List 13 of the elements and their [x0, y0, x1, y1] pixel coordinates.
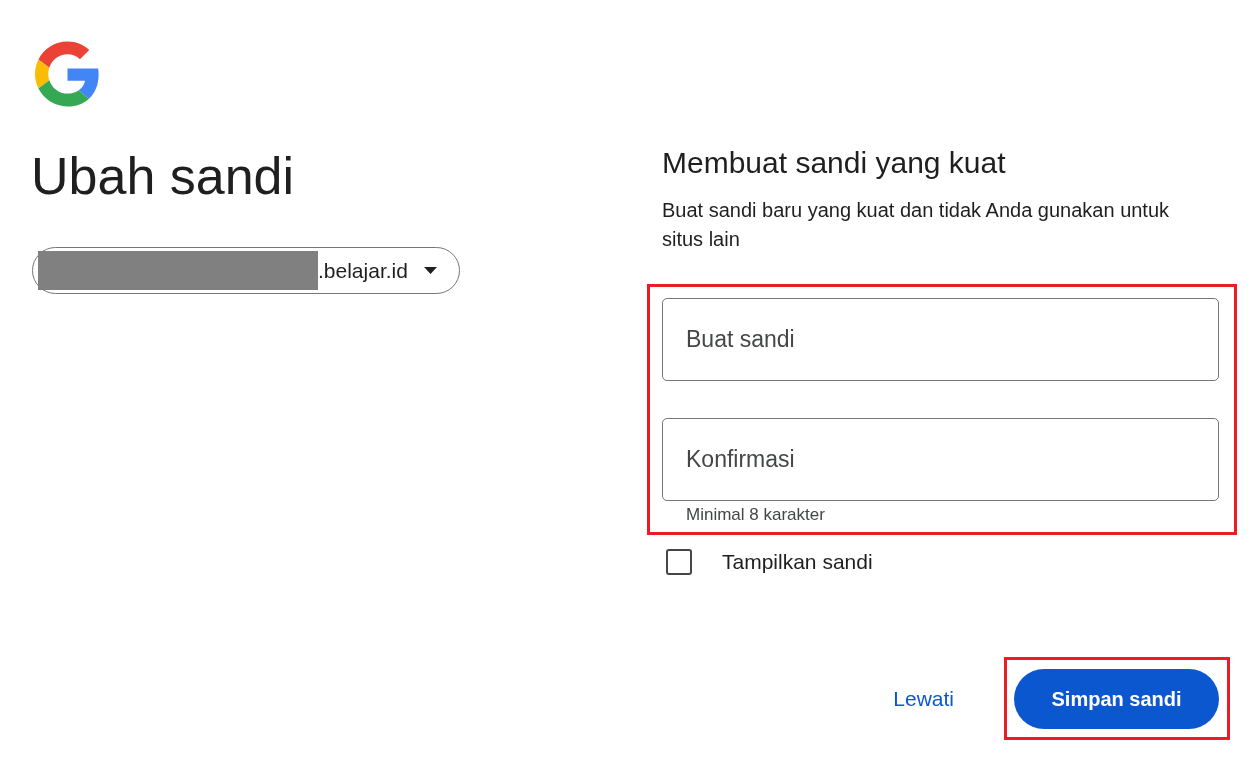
save-password-button[interactable]: Simpan sandi — [1014, 669, 1219, 729]
page-title: Ubah sandi — [31, 146, 295, 207]
password-field[interactable]: Konfirmasi — [662, 418, 1219, 501]
skip-link[interactable]: Lewati — [881, 676, 966, 721]
checkbox[interactable] — [666, 549, 692, 575]
caret-icon — [423, 267, 437, 274]
checkbox-label: Tampilkan sandi — [722, 549, 873, 575]
hint-text: Minimal 8 karakter — [686, 505, 826, 525]
password-field[interactable]: Buat sandi — [662, 298, 1219, 381]
description-text: Buat sandi baru yang kuat dan tidak Anda gunakan untuk situs lain — [662, 198, 1171, 252]
section-heading: Membuat sandi yang kuat — [662, 145, 1007, 181]
google-g-logo-icon — [35, 41, 100, 107]
account-chip[interactable]: .belajar.id — [32, 247, 460, 294]
